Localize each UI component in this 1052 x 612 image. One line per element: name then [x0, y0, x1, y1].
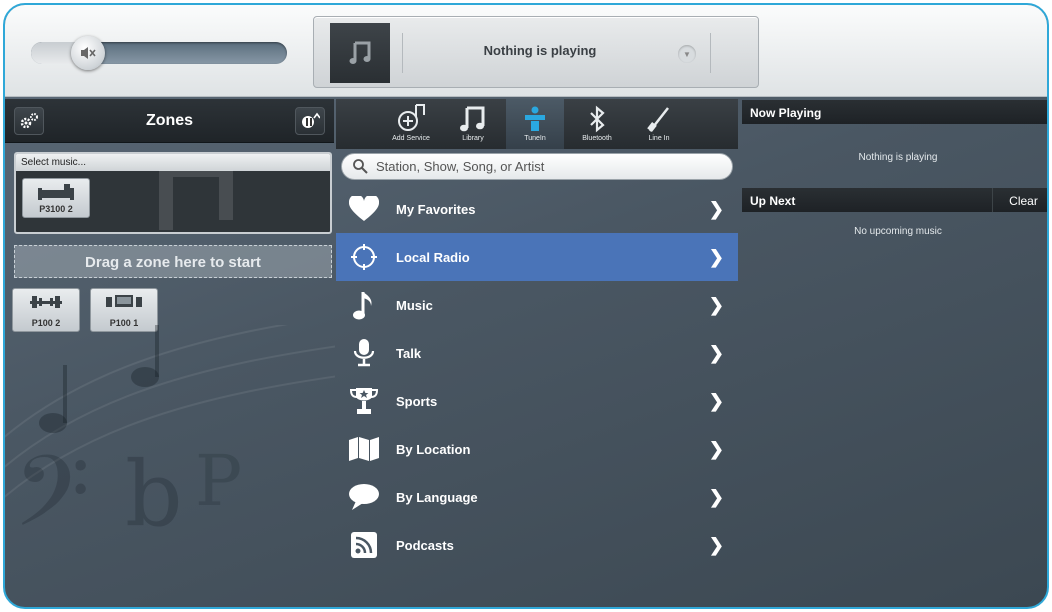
chevron-right-icon: ❯ [708, 391, 724, 411]
up-next-header: Up Next Clear [742, 188, 1047, 212]
menu-item-podcasts[interactable]: Podcasts ❯ [336, 521, 738, 569]
svg-text:b: b [125, 442, 183, 547]
sofa-speaker-icon [38, 184, 74, 200]
trophy-icon [350, 388, 378, 414]
now-playing-header: Now Playing [742, 100, 1047, 124]
chevron-right-icon: ❯ [708, 247, 724, 267]
volume-slider[interactable] [31, 36, 287, 70]
microphone-icon [353, 339, 375, 367]
search-placeholder: Station, Show, Song, or Artist [376, 159, 545, 174]
tab-tunein[interactable]: TuneIn [506, 99, 564, 149]
album-art-placeholder [330, 23, 390, 83]
now-playing-title: Now Playing [750, 106, 822, 120]
mute-icon[interactable] [71, 36, 105, 70]
tab-line-in[interactable]: Line In [630, 99, 688, 149]
tab-bluetooth[interactable]: Bluetooth [568, 99, 626, 149]
music-staff-decoration: 𝄢 b P [5, 325, 335, 574]
zone-link-icon[interactable] [295, 107, 325, 135]
app-frame: Nothing is playing ▼ Zones Select music.… [3, 3, 1049, 609]
chevron-right-icon: ❯ [708, 535, 724, 555]
tab-add-service[interactable]: Add Service [382, 99, 440, 149]
menu-label: Podcasts [396, 537, 454, 553]
line-in-icon [647, 107, 669, 132]
rss-icon [351, 532, 377, 558]
music-note-icon [353, 292, 372, 320]
bluetooth-icon [590, 105, 605, 133]
menu-item-by-language[interactable]: By Language ❯ [336, 473, 738, 521]
now-playing-status: Nothing is playing [858, 152, 938, 163]
source-tabs: Add Service Library TuneIn Bluetooth Lin… [336, 99, 738, 149]
menu-label: Sports [396, 393, 438, 409]
map-icon [349, 437, 379, 461]
menu-label: By Location [396, 441, 471, 457]
menu-item-my-favorites[interactable]: My Favorites ❯ [336, 185, 738, 233]
dumbbell-speaker-icon [30, 296, 62, 308]
menu-item-music[interactable]: Music ❯ [336, 281, 738, 329]
music-note-icon [349, 41, 371, 64]
crosshair-icon [351, 244, 377, 270]
heart-icon [349, 196, 379, 221]
tab-label: Library [462, 135, 484, 142]
menu-label: Local Radio [396, 249, 470, 265]
zone-tile-label: P3100 2 [39, 204, 73, 214]
tab-label: Bluetooth [582, 135, 612, 142]
svg-text:𝄢: 𝄢 [13, 435, 90, 574]
zones-title: Zones [145, 112, 194, 129]
tab-label: Line In [648, 135, 670, 142]
music-note-icon [460, 106, 485, 132]
up-next-status: No upcoming music [854, 226, 942, 237]
zone-tile-label: P100 2 [31, 318, 61, 328]
clear-button[interactable]: Clear [992, 188, 1047, 212]
menu-item-local-radio[interactable]: Local Radio ❯ [336, 233, 738, 281]
svg-text:P: P [195, 440, 242, 522]
tunein-icon [525, 106, 545, 131]
speech-bubble-icon [349, 484, 379, 510]
chevron-right-icon: ❯ [708, 199, 724, 219]
now-playing-text: Nothing is playing [483, 43, 597, 58]
zone-tile-label: P100 1 [109, 318, 139, 328]
menu-item-by-location[interactable]: By Location ❯ [336, 425, 738, 473]
chevron-right-icon: ❯ [708, 439, 724, 459]
zone-tile-p100-1[interactable]: P100 1 [90, 288, 158, 332]
add-service-icon [398, 104, 425, 131]
tab-label: TuneIn [524, 135, 546, 142]
music-note-watermark-icon [159, 170, 233, 230]
up-next-title: Up Next [750, 194, 796, 208]
zone-group-card[interactable]: Select music... P3100 2 [14, 152, 332, 234]
chevron-right-icon: ❯ [708, 295, 724, 315]
browse-menu: My Favorites ❯ Local Radio ❯ Music ❯ Tal… [336, 185, 738, 569]
zone-drop-target[interactable]: Drag a zone here to start [14, 245, 332, 278]
menu-item-talk[interactable]: Talk ❯ [336, 329, 738, 377]
menu-label: By Language [396, 489, 478, 505]
tab-library[interactable]: Library [444, 99, 502, 149]
tab-label: Add Service [392, 135, 430, 142]
zones-header: Zones [5, 99, 334, 143]
tv-speaker-icon [106, 295, 142, 307]
menu-label: Music [396, 297, 433, 313]
chevron-right-icon: ❯ [708, 343, 724, 363]
menu-label: My Favorites [396, 201, 476, 217]
menu-label: Talk [396, 345, 422, 361]
menu-item-sports[interactable]: Sports ❯ [336, 377, 738, 425]
zone-tile-p100-2[interactable]: P100 2 [12, 288, 80, 332]
search-icon [353, 159, 368, 174]
chevron-right-icon: ❯ [708, 487, 724, 507]
top-bar: Nothing is playing ▼ [5, 5, 1047, 97]
separator [710, 33, 711, 73]
chevron-down-icon[interactable]: ▼ [678, 45, 696, 63]
select-music-label: Select music... [16, 154, 330, 171]
search-input[interactable]: Station, Show, Song, or Artist [341, 153, 733, 180]
zone-tile-p3100[interactable]: P3100 2 [22, 178, 90, 218]
now-playing-box[interactable]: Nothing is playing ▼ [313, 16, 759, 88]
